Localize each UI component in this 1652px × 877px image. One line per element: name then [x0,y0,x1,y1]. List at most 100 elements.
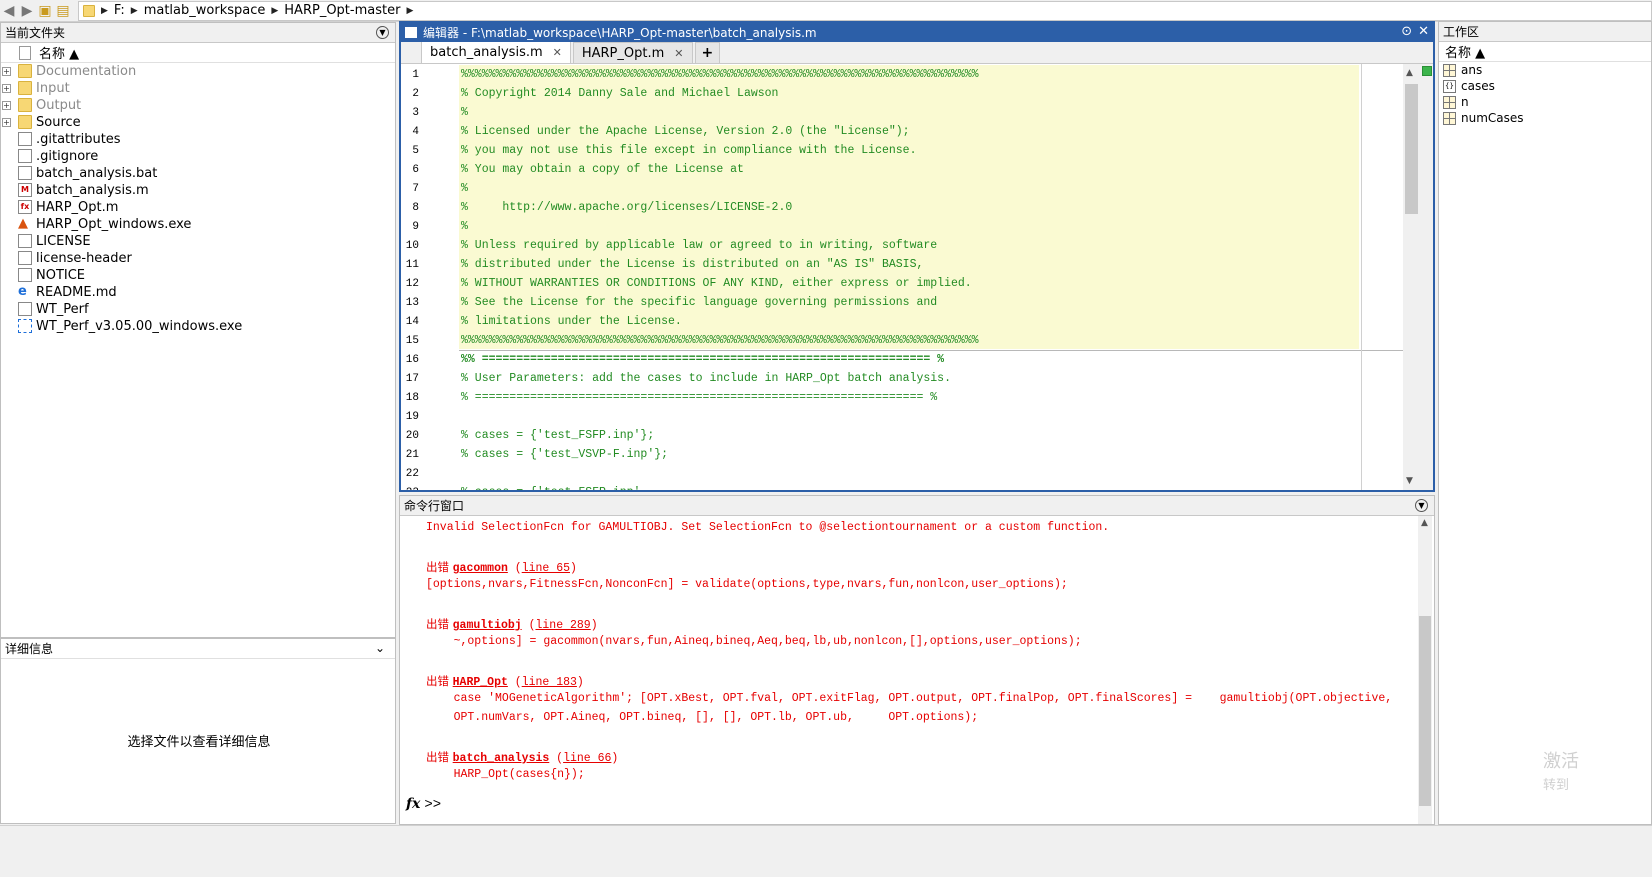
scroll-thumb[interactable] [1405,84,1418,214]
line-number[interactable]: 7 [401,183,419,195]
line-number[interactable]: 13 [401,297,419,309]
line-number[interactable]: 5 [401,145,419,157]
line-number[interactable]: 18 [401,392,419,404]
file-list-item[interactable]: .gitattributes [1,131,395,148]
file-list-item[interactable]: license-header [1,250,395,267]
path-field[interactable]: ▶ F: ▶ matlab_workspace ▶ HARP_Opt-maste… [78,0,1652,21]
close-icon[interactable]: ✕ [1418,24,1429,39]
line-number[interactable]: 1 [401,69,419,81]
line-number[interactable]: 2 [401,88,419,100]
workspace-variable[interactable]: {} cases [1439,78,1651,94]
tab-harp-opt[interactable]: HARP_Opt.m ✕ [572,42,693,63]
file-list-item[interactable]: + Source [1,114,395,131]
file-list-item[interactable]: WT_Perf_v3.05.00_windows.exe [1,318,395,335]
breadcrumb-drive[interactable]: F: [108,3,131,18]
error-function-link[interactable]: gamultiobj [453,619,522,632]
name-column-header[interactable]: 名称 ▲ [1439,42,1651,62]
line-number[interactable]: 6 [401,164,419,176]
function-browser-icon[interactable]: fx [406,796,420,812]
error-line-link[interactable]: line 183 [522,676,577,689]
file-list-item[interactable]: fx HARP_Opt.m [1,199,395,216]
error-function-link[interactable]: HARP_Opt [453,676,508,689]
error-line-link[interactable]: line 66 [563,752,611,765]
code-area[interactable]: 1%%%%%%%%%%%%%%%%%%%%%%%%%%%%%%%%%%%%%%%… [401,64,1403,490]
line-number[interactable]: 19 [401,411,419,423]
expand-icon[interactable]: + [2,67,11,76]
line-number[interactable]: 22 [401,468,419,480]
error-function-link[interactable]: batch_analysis [453,752,550,765]
error-function-link[interactable]: gacommon [453,562,508,575]
error-line-link[interactable]: line 289 [535,619,590,632]
file-list-item[interactable]: + Documentation [1,63,395,80]
browse-folder-icon[interactable]: ▤ [54,2,72,20]
scroll-down-icon[interactable]: ▼ [1406,476,1413,486]
file-list-item[interactable]: .gitignore [1,148,395,165]
scroll-thumb[interactable] [1419,616,1431,806]
panel-menu-icon[interactable]: ▼ [376,26,389,39]
command-prompt[interactable]: fx >> [406,796,441,813]
error-label: 出错 [426,750,453,764]
line-number[interactable]: 9 [401,221,419,233]
line-number[interactable]: 12 [401,278,419,290]
chevron-down-icon[interactable]: ⌄ [375,641,385,655]
line-number[interactable]: 3 [401,107,419,119]
scroll-up-icon[interactable]: ▲ [1406,68,1413,78]
line-number[interactable]: 11 [401,259,419,271]
file-icon [18,251,32,265]
expand-icon[interactable]: + [2,84,11,93]
close-tab-icon[interactable]: ✕ [553,46,562,59]
panel-menu-icon[interactable]: ▼ [1415,499,1428,512]
code-text: % See the License for the specific langu… [461,296,938,309]
file-list-item[interactable]: e README.md [1,284,395,301]
close-tab-icon[interactable]: ✕ [674,47,683,60]
editor-scrollbar[interactable]: ▲ ▼ [1403,64,1433,490]
command-output-line: ~,options] = gacommon(nvars,fun,Aineq,bi… [426,635,1082,648]
folder-icon [18,98,32,112]
file-list-item[interactable]: WT_Perf [1,301,395,318]
line-number[interactable]: 4 [401,126,419,138]
line-number[interactable]: 16 [401,354,419,366]
code-text: % [461,106,468,119]
output-text: ~,options] = gacommon(nvars,fun,Aineq,bi… [426,635,1082,648]
status-bar [0,825,1652,877]
line-number[interactable]: 23 [401,487,419,491]
file-list-item[interactable]: + Output [1,97,395,114]
line-number[interactable]: 10 [401,240,419,252]
file-list-item[interactable]: ▲ HARP_Opt_windows.exe [1,216,395,233]
file-list-item[interactable]: Mbatch_analysis.m [1,182,395,199]
scroll-up-icon[interactable]: ▲ [1421,518,1428,528]
file-list-item[interactable]: + Input [1,80,395,97]
line-number[interactable]: 8 [401,202,419,214]
file-name: Documentation [36,64,137,79]
tab-label: batch_analysis.m [430,45,543,60]
breadcrumb-project[interactable]: HARP_Opt-master [278,3,406,18]
command-scrollbar[interactable]: ▲ [1418,516,1432,824]
new-tab-button[interactable]: + [694,42,721,63]
expand-icon[interactable]: + [2,118,11,127]
line-number[interactable]: 20 [401,430,419,442]
file-name: license-header [36,251,132,266]
panel-menu-icon[interactable]: ⊙ [1401,24,1412,39]
forward-arrow-icon[interactable]: ▶ [18,2,36,20]
name-column-header[interactable]: 名称 ▲ [1,43,395,63]
expand-icon[interactable]: + [2,101,11,110]
file-list-item[interactable]: batch_analysis.bat [1,165,395,182]
file-list-item[interactable]: LICENSE [1,233,395,250]
code-line: 10 % Unless required by applicable law or… [401,236,1403,255]
command-output-line: [options,nvars,FitnessFcn,NonconFcn] = v… [426,578,1068,591]
line-number[interactable]: 17 [401,373,419,385]
line-number[interactable]: 21 [401,449,419,461]
file-list-item[interactable]: NOTICE [1,267,395,284]
workspace-variable[interactable]: n [1439,94,1651,110]
code-text: % You may obtain a copy of the License a… [461,163,744,176]
error-line-link[interactable]: line 65 [522,562,570,575]
up-folder-icon[interactable]: ▣ [36,2,54,20]
breadcrumb-workspace[interactable]: matlab_workspace [138,3,272,18]
line-number[interactable]: 15 [401,335,419,347]
tab-batch-analysis[interactable]: batch_analysis.m ✕ [421,41,571,63]
back-arrow-icon[interactable]: ◀ [0,2,18,20]
workspace-variable[interactable]: numCases [1439,110,1651,126]
code-analyzer-ok-icon[interactable] [1422,66,1432,76]
workspace-variable[interactable]: ans [1439,62,1651,78]
line-number[interactable]: 14 [401,316,419,328]
